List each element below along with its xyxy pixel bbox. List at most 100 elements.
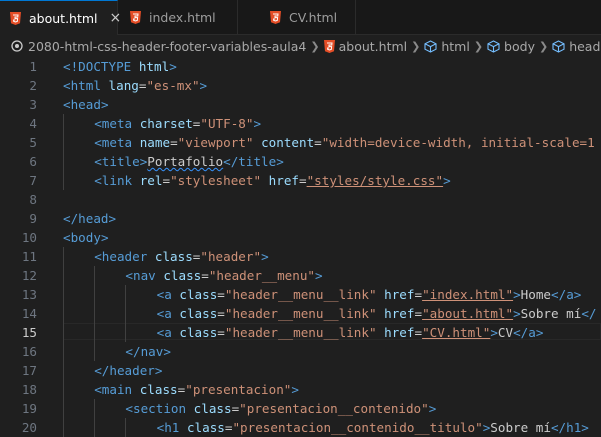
code-token: "header__menu" <box>208 268 315 283</box>
code-token: href <box>384 287 415 302</box>
code-line[interactable]: 11 <header class="header"> <box>0 247 601 266</box>
code-token: class <box>179 287 218 302</box>
code-line[interactable]: 17 </header> <box>0 361 601 380</box>
code-line[interactable]: 7 <link rel="stylesheet" href="styles/sty… <box>0 171 601 190</box>
code-token: href <box>384 306 415 321</box>
code-token: class <box>193 401 232 416</box>
line-number: 8 <box>29 192 37 207</box>
code-text: </header> <box>94 361 162 380</box>
code-token: > <box>100 230 109 245</box>
code-token: title <box>101 154 140 169</box>
breadcrumb-element-header[interactable]: header.h <box>569 39 601 54</box>
code-token: = <box>299 173 307 188</box>
code-token: href <box>268 173 299 188</box>
code-token: > <box>169 59 177 74</box>
code-text: <a class="header__menu__link" href="abou… <box>157 304 597 323</box>
code-token: </ <box>125 344 141 359</box>
indent-guide <box>94 399 96 418</box>
code-line[interactable]: 10 <body> <box>0 228 601 247</box>
code-token: > <box>443 173 451 188</box>
code-line[interactable]: 3 <head> <box>0 95 601 114</box>
html5-icon <box>10 11 21 25</box>
code-token: = <box>170 135 178 150</box>
code-token: class <box>139 382 178 397</box>
breadcrumb-folder[interactable]: 2080-html-css-header-footer-variables-au… <box>28 39 306 54</box>
code-token: < <box>125 401 133 416</box>
code-editor[interactable]: 1 <!DOCTYPE html> 2 <html lang="es-mx"> 3 <he… <box>0 57 601 437</box>
code-line[interactable]: 5 <meta name="viewport" content="width=de… <box>0 133 601 152</box>
code-line[interactable]: 4 <meta charset="UTF-8"> <box>0 114 601 133</box>
code-line[interactable]: 18 <main class="presentacion"> <box>0 380 601 399</box>
breadcrumb-element-body[interactable]: body <box>504 39 535 54</box>
code-text: <html lang="es-mx"> <box>63 76 207 95</box>
code-token: rel <box>139 173 163 188</box>
code-token: meta <box>101 135 133 150</box>
line-number: 3 <box>29 97 37 112</box>
code-token: "index.html" <box>422 287 514 302</box>
indent-guide <box>63 133 64 152</box>
code-token: "width=device-width, initial-scale=1 <box>321 135 595 150</box>
code-text: <head> <box>63 95 109 114</box>
html5-icon <box>130 11 141 24</box>
code-token: < <box>94 154 102 169</box>
code-token: "header" <box>200 249 262 264</box>
code-token: = <box>414 325 423 340</box>
breadcrumb: 2080-html-css-header-footer-variables-au… <box>0 35 601 57</box>
tab-cv-html[interactable]: CV.html <box>238 0 356 35</box>
code-text: <a class="header__menu__link" href="CV.h… <box>157 323 544 342</box>
code-line[interactable]: 6 <title>Portafolio</title> <box>0 152 601 171</box>
line-number: 2 <box>29 78 37 93</box>
code-token: content <box>261 135 315 150</box>
code-line[interactable]: 2 <html lang="es-mx"> <box>0 76 601 95</box>
code-line[interactable]: 20 <h1 class="presentacion__contenido__ti… <box>0 418 601 437</box>
code-token: < <box>94 135 102 150</box>
breadcrumb-element-html[interactable]: html <box>441 39 469 54</box>
line-number: 18 <box>21 382 37 397</box>
code-token: </ <box>551 287 567 302</box>
chevron-right-icon: ❯ <box>473 39 484 53</box>
line-number: 13 <box>21 287 37 302</box>
indent-guide <box>125 323 127 342</box>
code-token: a <box>164 287 172 302</box>
tab-about-html[interactable]: about.html × <box>0 0 121 35</box>
code-token: > <box>315 268 323 283</box>
code-line[interactable]: 15 <a class="header__menu__link" href="CV… <box>0 323 601 342</box>
indent-guide <box>94 342 96 361</box>
indent-guide <box>63 361 64 380</box>
code-token: < <box>63 78 71 93</box>
indent-guide <box>125 418 127 437</box>
code-line[interactable]: 12 <nav class="header__menu"> <box>0 266 601 285</box>
code-token: h1 <box>164 420 180 435</box>
chevron-right-icon: ❯ <box>310 39 320 53</box>
code-line[interactable]: 19 <section class="presentacion__contenid… <box>0 399 601 418</box>
code-line[interactable]: 8 <box>0 190 601 209</box>
code-line[interactable]: 16 </nav> <box>0 342 601 361</box>
code-text: <meta charset="UTF-8"> <box>94 114 261 133</box>
code-token: header <box>101 249 148 264</box>
code-line[interactable]: 9 </head> <box>0 209 601 228</box>
breadcrumb-file[interactable]: about.html <box>339 39 408 54</box>
code-line[interactable]: 1 <!DOCTYPE html> <box>0 57 601 76</box>
indent-guide <box>94 418 96 437</box>
code-text: <nav class="header__menu"> <box>125 266 322 285</box>
indent-guide <box>63 399 64 418</box>
code-token: section <box>132 401 187 416</box>
code-token: CV <box>497 325 514 340</box>
code-token: class <box>179 325 218 340</box>
code-line[interactable]: 14 <a class="header__menu__link" href="ab… <box>0 304 601 323</box>
html5-icon <box>323 39 335 53</box>
code-token: meta <box>101 116 133 131</box>
code-line[interactable]: 13 <a class="header__menu__link" href="in… <box>0 285 601 304</box>
code-token: class <box>154 249 193 264</box>
tab-index-html[interactable]: index.html <box>118 0 238 35</box>
code-text: </head> <box>63 209 116 228</box>
code-token: = <box>314 135 322 150</box>
code-token: </ <box>223 154 239 169</box>
